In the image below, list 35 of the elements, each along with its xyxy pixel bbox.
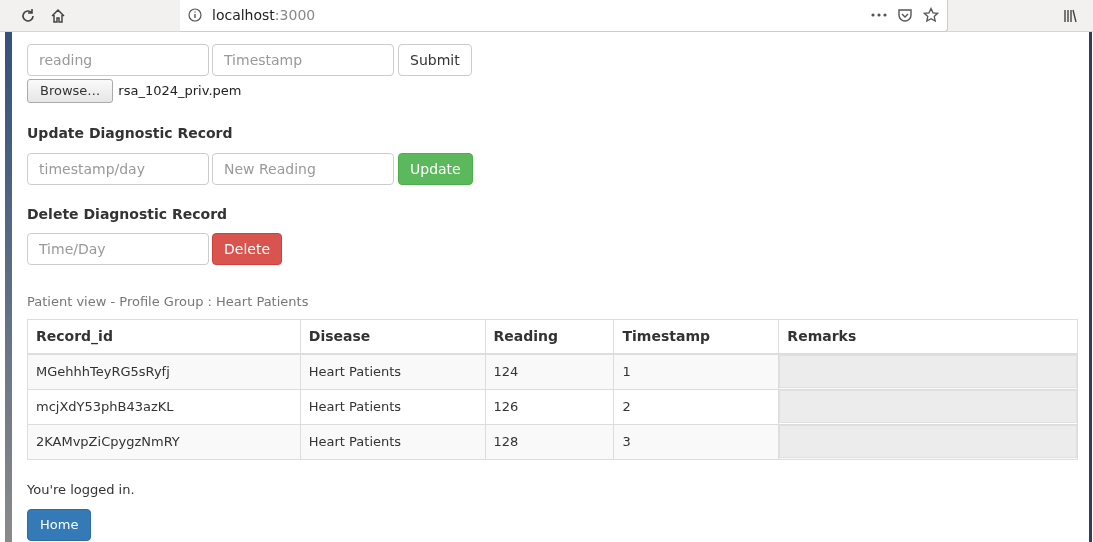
delete-button[interactable]: Delete <box>212 233 282 265</box>
table-cell: 128 <box>485 424 614 459</box>
table-cell: 2 <box>614 389 779 424</box>
table-cell: Heart Patients <box>300 389 486 424</box>
table-cell: 2KAMvpZiCpygzNmRY <box>27 424 301 459</box>
browse-button[interactable]: Browse… <box>27 79 114 103</box>
table-cell: 3 <box>614 424 779 459</box>
section-heading: Update Diagnostic Record <box>27 124 234 143</box>
table-cell: MGehhhTeyRG5sRyfj <box>27 354 301 389</box>
table-cell: Heart Patients <box>300 424 486 459</box>
table-caption: Patient view - Profile Group : Heart Patients <box>27 293 310 311</box>
more-icon[interactable] <box>871 12 887 18</box>
table-cell: 1 <box>614 354 779 389</box>
submit-button[interactable]: Submit <box>398 44 472 76</box>
address-bar[interactable]: localhost:3000 <box>180 0 948 32</box>
table-cell: mcjXdY53phB43azKL <box>27 389 301 424</box>
star-icon[interactable] <box>923 7 939 23</box>
table-cell: 124 <box>485 354 614 389</box>
input-field[interactable]: New Reading <box>212 153 394 185</box>
reload-icon[interactable] <box>20 7 36 24</box>
input-field[interactable]: Timestamp <box>212 44 394 76</box>
section-heading: Delete Diagnostic Record <box>27 205 229 224</box>
file-name: rsa_1024_priv.pem <box>118 82 242 101</box>
info-icon <box>188 8 202 22</box>
table-cell: 126 <box>485 389 614 424</box>
url-text: localhost:3000 <box>212 5 316 25</box>
library-icon[interactable] <box>1063 8 1077 23</box>
pocket-icon[interactable] <box>897 7 913 23</box>
home-button[interactable]: Home <box>27 509 92 541</box>
input-field[interactable]: timestamp/day <box>27 153 209 185</box>
status-text: You're logged in. <box>27 480 136 499</box>
table-cell: Heart Patients <box>300 354 486 389</box>
input-field[interactable]: Time/Day <box>27 233 209 265</box>
home-icon[interactable] <box>50 7 66 24</box>
input-field[interactable]: reading <box>27 44 209 76</box>
